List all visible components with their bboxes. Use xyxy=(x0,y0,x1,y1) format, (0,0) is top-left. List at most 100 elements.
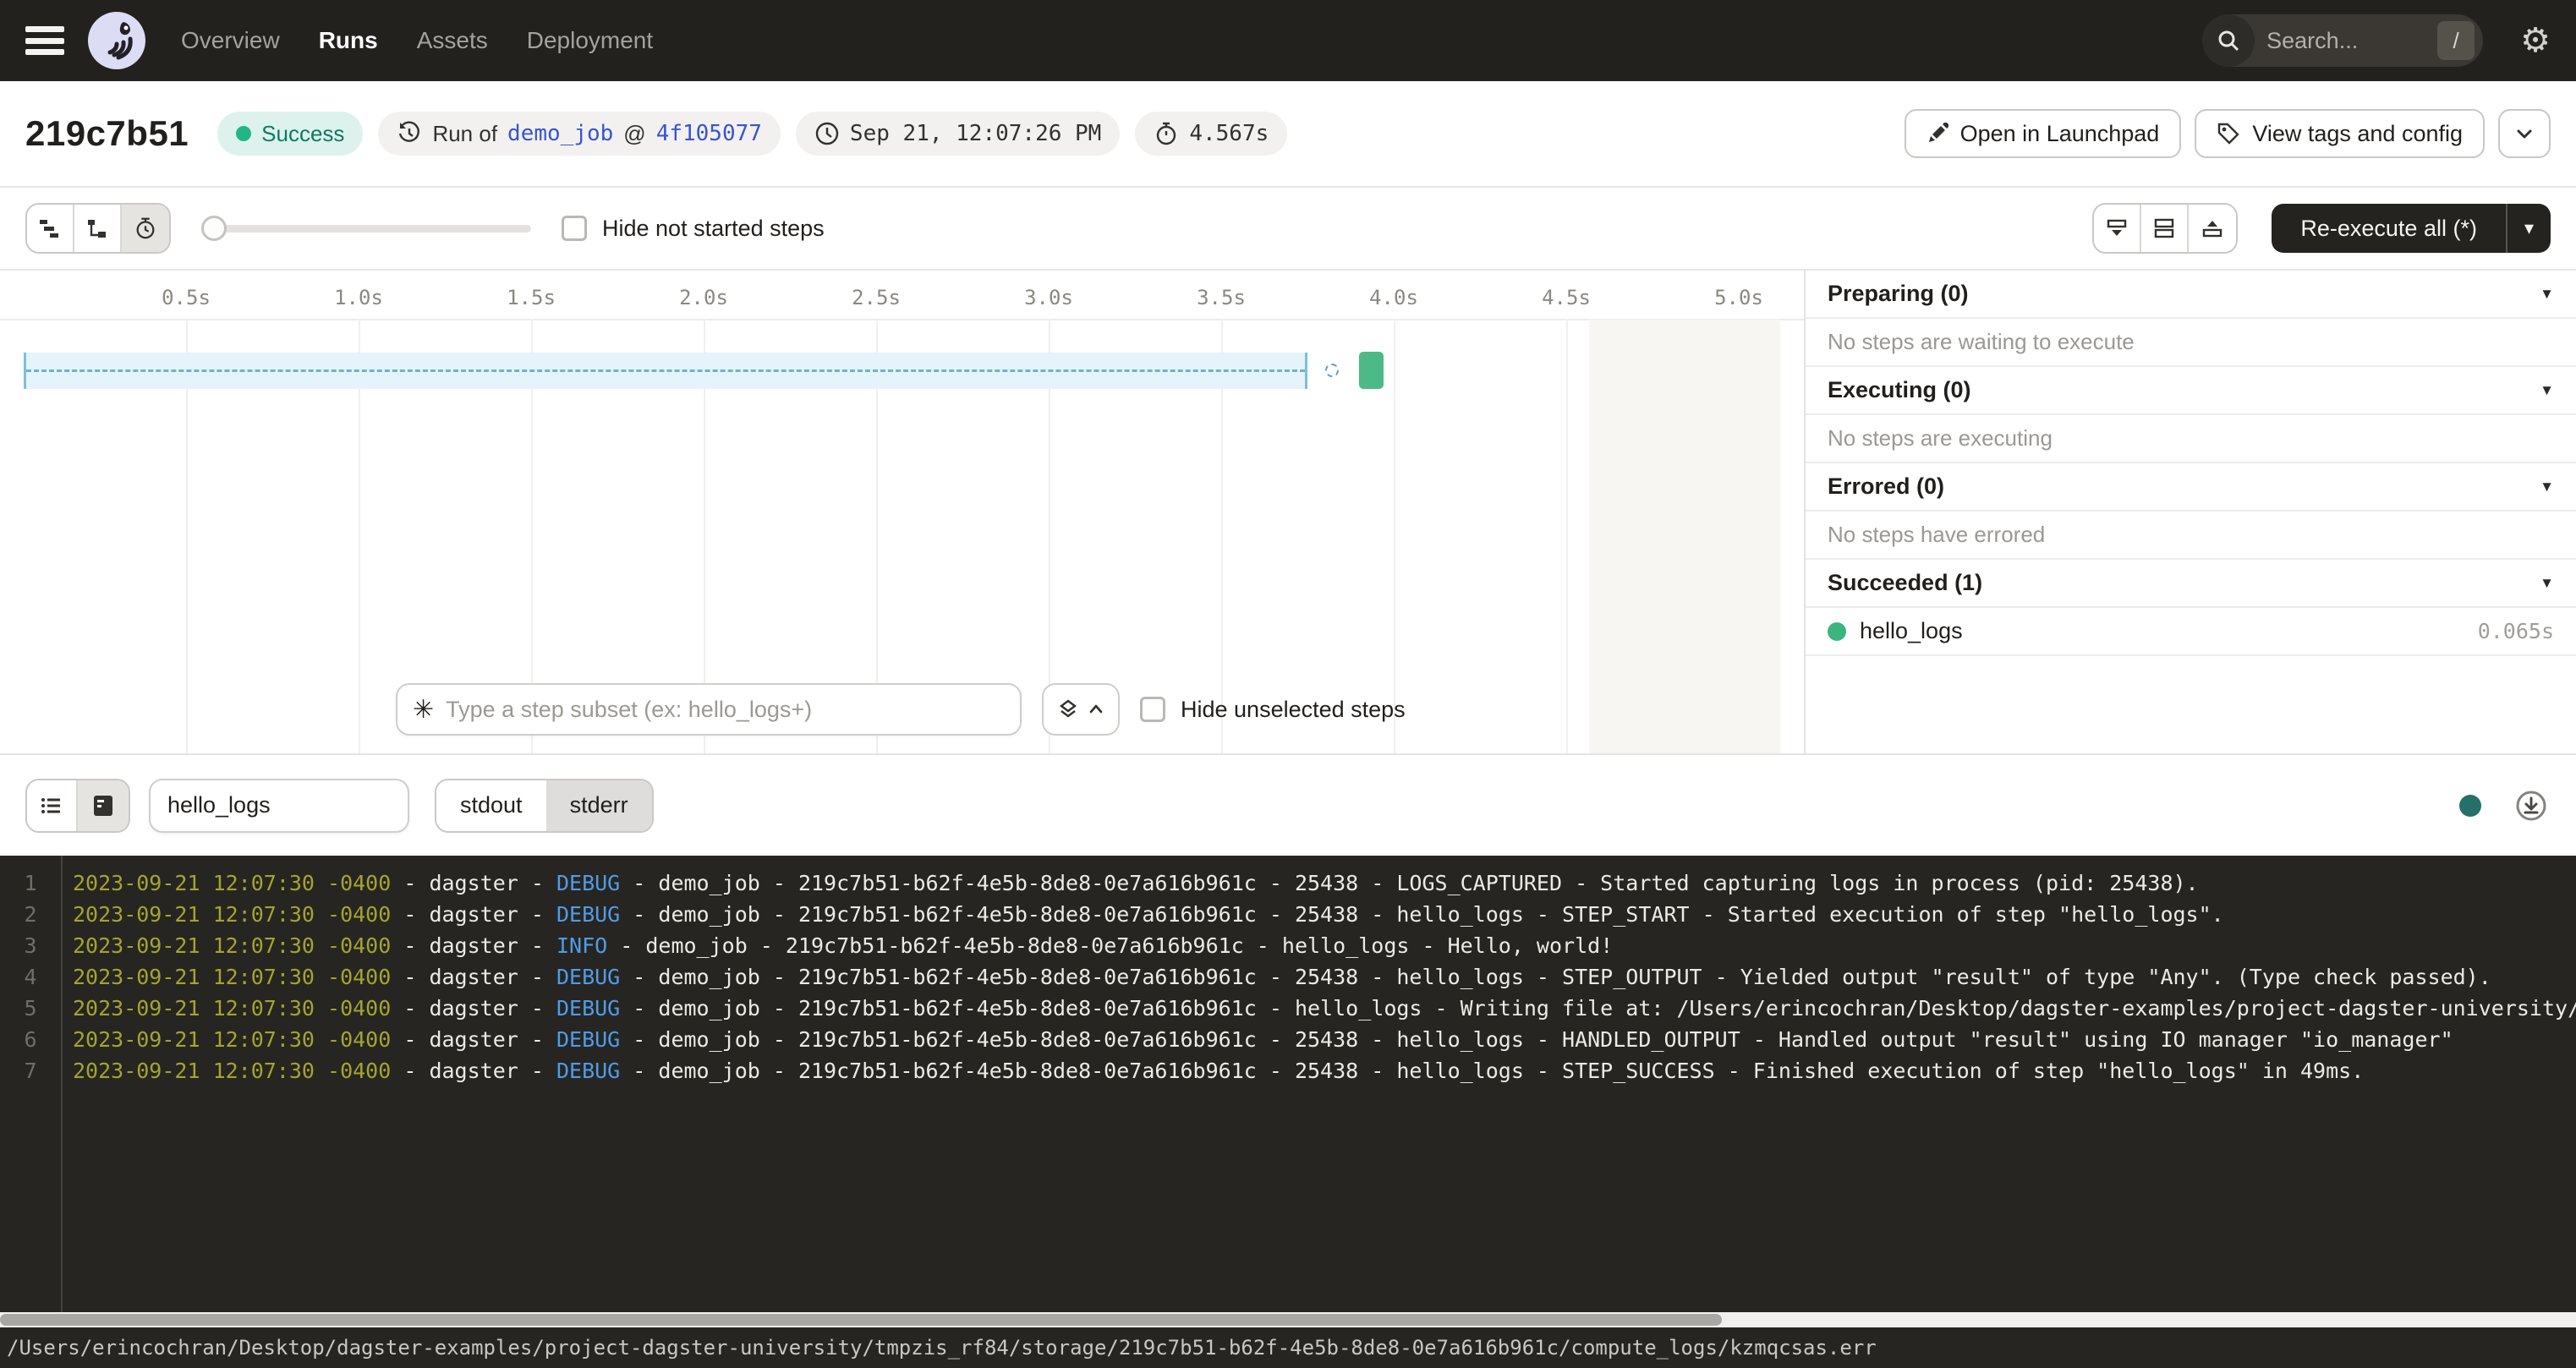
collapse-caret-icon[interactable]: ▼ xyxy=(2540,575,2554,592)
panel-message-executing: No steps are executing xyxy=(1806,415,2576,463)
job-link[interactable]: demo_job xyxy=(507,121,613,146)
gridline xyxy=(1566,319,1568,753)
axis-tick-label: 0.5s xyxy=(162,286,211,309)
run-header: 219c7b51 Success Run of demo_job @ 4f105… xyxy=(0,81,2576,188)
collapse-caret-icon[interactable]: ▼ xyxy=(2540,382,2554,399)
panel-layout-group xyxy=(2092,203,2238,254)
tag-icon xyxy=(2217,122,2240,145)
search-box[interactable]: / xyxy=(2202,14,2483,67)
status-badge: Success xyxy=(217,112,363,156)
waiting-dashed-line xyxy=(26,369,1305,372)
gantt-chart[interactable]: 0.5s1.0s1.5s2.0s2.5s3.0s3.5s4.0s4.5s5.0s… xyxy=(0,271,1806,753)
axis-line xyxy=(0,319,1804,320)
hamburger-menu-icon[interactable] xyxy=(25,26,64,55)
expand-bottom-panel-button[interactable] xyxy=(2094,205,2141,252)
axis-tick-label: 4.0s xyxy=(1369,286,1418,309)
raw-log-view-button[interactable] xyxy=(78,780,129,831)
panel-header-preparing[interactable]: Preparing (0)▼ xyxy=(1806,271,2576,319)
split-panels-button[interactable] xyxy=(2141,205,2189,252)
chevron-down-icon xyxy=(2513,123,2535,145)
hide-unselected-label: Hide unselected steps xyxy=(1181,697,1406,723)
step-bar-hello-logs[interactable] xyxy=(1359,352,1384,389)
nav-items: Overview Runs Assets Deployment xyxy=(181,27,653,54)
log-line: 2023-09-21 12:07:30 -0400 - dagster - IN… xyxy=(73,930,2576,961)
log-line: 2023-09-21 12:07:30 -0400 - dagster - DE… xyxy=(73,867,2576,899)
log-line: 2023-09-21 12:07:30 -0400 - dagster - DE… xyxy=(73,1024,2576,1055)
hide-not-started-control[interactable]: Hide not started steps xyxy=(562,216,825,242)
duration-chip: 4.567s xyxy=(1135,112,1287,156)
scrollbar-thumb[interactable] xyxy=(0,1314,1722,1326)
panel-up-icon xyxy=(2201,216,2224,240)
step-marker-icon[interactable] xyxy=(1325,364,1339,377)
nav-item-deployment[interactable]: Deployment xyxy=(527,27,653,54)
search-input[interactable] xyxy=(2255,28,2398,54)
structured-log-view-button[interactable] xyxy=(27,780,78,831)
axis-tick-label: 1.5s xyxy=(507,286,556,309)
log-step-filter-input[interactable] xyxy=(149,779,409,833)
step-name: hello_logs xyxy=(1860,618,1963,644)
log-line: 2023-09-21 12:07:30 -0400 - dagster - DE… xyxy=(73,993,2576,1024)
axis-tick-label: 3.0s xyxy=(1024,286,1073,309)
log-capture-status-icon xyxy=(2459,795,2481,817)
hide-unselected-control[interactable]: Hide unselected steps xyxy=(1140,697,1406,723)
gear-icon[interactable]: ⚙ xyxy=(2520,24,2551,57)
step-subset-input[interactable] xyxy=(446,697,1005,723)
main-split: 0.5s1.0s1.5s2.0s2.5s3.0s3.5s4.0s4.5s5.0s… xyxy=(0,271,2576,755)
header-buttons: Open in Launchpad View tags and config xyxy=(1905,109,2551,158)
view-tags-config-button[interactable]: View tags and config xyxy=(2195,109,2485,158)
axis-tick-label: 4.5s xyxy=(1542,286,1591,309)
download-logs-button[interactable] xyxy=(2515,790,2547,822)
commit-link[interactable]: 4f105077 xyxy=(656,121,762,146)
slider-knob[interactable] xyxy=(201,216,227,241)
waiting-band xyxy=(24,353,1307,389)
panel-header-executing[interactable]: Executing (0)▼ xyxy=(1806,367,2576,415)
header-more-actions-button[interactable] xyxy=(2498,109,2551,158)
open-in-launchpad-button[interactable]: Open in Launchpad xyxy=(1905,109,2182,158)
view-mode-flat-button[interactable] xyxy=(27,205,74,252)
horizontal-scrollbar[interactable] xyxy=(0,1312,2576,1327)
hide-unselected-checkbox[interactable] xyxy=(1140,697,1165,722)
log-view-mode-group xyxy=(25,779,130,833)
raw-log-view[interactable]: 1234567 2023-09-21 12:07:30 -0400 - dags… xyxy=(0,856,2576,1312)
panel-header-errored[interactable]: Errored (0)▼ xyxy=(1806,463,2576,512)
axis-tick-label: 3.5s xyxy=(1197,286,1246,309)
view-mode-waterfall-button[interactable] xyxy=(74,205,122,252)
gantt-toolbar: Hide not started steps Re-execute all (*… xyxy=(0,188,2576,271)
step-subset-inputwrap[interactable]: ✳ xyxy=(396,683,1022,736)
log-line: 2023-09-21 12:07:30 -0400 - dagster - DE… xyxy=(73,961,2576,993)
log-toolbar-right xyxy=(2459,790,2551,822)
waterfall-gantt-icon xyxy=(85,216,109,240)
tab-stdout[interactable]: stdout xyxy=(436,780,546,831)
nav-item-overview[interactable]: Overview xyxy=(181,27,280,54)
status-bar: /Users/erincochran/Desktop/dagster-examp… xyxy=(0,1327,2576,1368)
nav-item-runs[interactable]: Runs xyxy=(319,27,378,54)
collapse-caret-icon[interactable]: ▼ xyxy=(2540,286,2554,303)
collapse-caret-icon[interactable]: ▼ xyxy=(2540,479,2554,495)
timed-stopwatch-icon xyxy=(134,216,157,240)
axis-tick-label: 2.0s xyxy=(679,286,728,309)
expand-top-panel-button[interactable] xyxy=(2189,205,2236,252)
top-nav: Overview Runs Assets Deployment / ⚙ xyxy=(0,0,2576,81)
reexecute-all-button[interactable]: Re-execute all (*) ▾ xyxy=(2272,204,2551,253)
log-line: 2023-09-21 12:07:30 -0400 - dagster - DE… xyxy=(73,899,2576,930)
graph-query-toggle-button[interactable] xyxy=(1042,683,1120,736)
view-mode-timed-button[interactable] xyxy=(122,205,169,252)
layers-icon xyxy=(1057,698,1079,720)
succeeded-step-row[interactable]: hello_logs 0.065s xyxy=(1806,608,2576,656)
pencil-icon xyxy=(1927,123,1948,145)
axis-tick-label: 1.0s xyxy=(334,286,383,309)
hide-not-started-checkbox[interactable] xyxy=(562,216,587,241)
tab-stderr[interactable]: stderr xyxy=(546,780,652,831)
run-of-chip[interactable]: Run of demo_job @ 4f105077 xyxy=(378,112,780,156)
dagster-logo-icon[interactable] xyxy=(86,10,147,71)
op-selector-icon: ✳ xyxy=(413,695,434,725)
app-root: Overview Runs Assets Deployment / ⚙ 219c… xyxy=(0,0,2576,1368)
slider-track[interactable] xyxy=(201,225,531,233)
reexecute-caret-icon[interactable]: ▾ xyxy=(2507,217,2551,239)
nav-item-assets[interactable]: Assets xyxy=(417,27,488,54)
zoom-slider[interactable] xyxy=(201,205,531,252)
nav-right: / ⚙ xyxy=(2202,14,2551,67)
log-file-path: /Users/erincochran/Desktop/dagster-examp… xyxy=(7,1336,1877,1360)
log-toolbar: stdout stderr xyxy=(0,755,2576,856)
panel-header-succeeded[interactable]: Succeeded (1)▼ xyxy=(1806,560,2576,608)
